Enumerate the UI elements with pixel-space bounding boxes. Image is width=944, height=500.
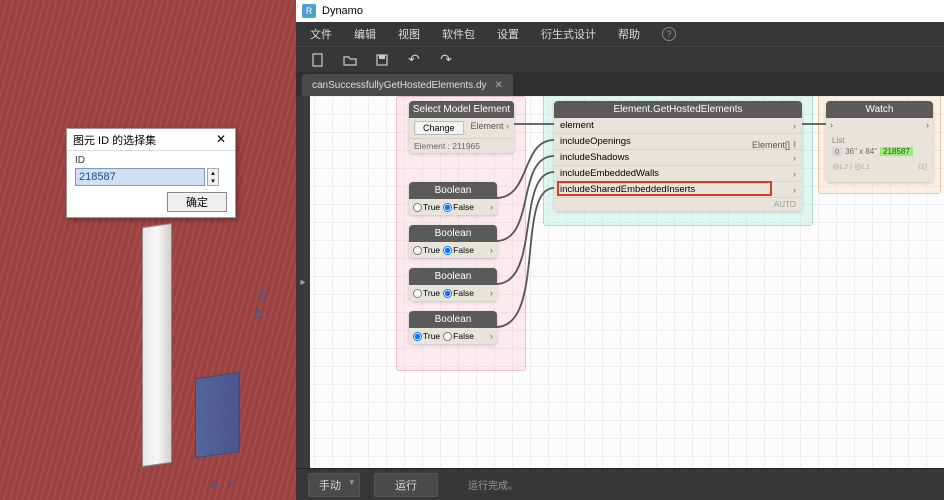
radio-true[interactable]: True bbox=[413, 245, 440, 255]
input-port-include-shared-embedded-inserts[interactable]: includeSharedEmbeddedInserts› bbox=[554, 182, 802, 198]
watch-levels: @L2 | @L1 bbox=[832, 162, 870, 171]
library-panel-collapsed[interactable]: ▸ bbox=[296, 96, 310, 468]
id-selection-dialog: 图元 ID 的选择集 ✕ ID ▴▾ 确定 bbox=[66, 128, 236, 218]
radio-true[interactable]: True bbox=[413, 288, 440, 298]
dynamo-tabstrip: canSuccessfullyGetHostedElements.dy ✕ bbox=[296, 72, 944, 96]
node-watch[interactable]: Watch ›› List 0 36" x 84" 218587 @L2 | @… bbox=[826, 101, 933, 182]
dynamo-statusbar: 手动 运行 运行完成。 bbox=[296, 468, 944, 500]
node-header: Element.GetHostedElements bbox=[554, 101, 802, 118]
chevron-right-icon: ▸ bbox=[300, 277, 305, 288]
node-header: Boolean bbox=[409, 225, 497, 242]
radio-false[interactable]: False bbox=[443, 331, 474, 341]
new-file-icon[interactable] bbox=[310, 53, 326, 67]
save-icon[interactable] bbox=[374, 53, 390, 67]
node-boolean-3[interactable]: Boolean True False › bbox=[409, 268, 497, 301]
output-port-element[interactable]: Element › bbox=[470, 121, 509, 131]
output-port-elements[interactable]: Element[] › bbox=[752, 140, 796, 150]
lacing-auto-label: AUTO bbox=[554, 198, 802, 211]
menu-view[interactable]: 视图 bbox=[398, 26, 420, 42]
node-boolean-4[interactable]: Boolean True False › bbox=[409, 311, 497, 344]
menu-edit[interactable]: 编辑 bbox=[354, 26, 376, 42]
dynamo-logo-icon: R bbox=[302, 4, 316, 18]
status-text: 运行完成。 bbox=[468, 477, 518, 492]
radio-false[interactable]: False bbox=[443, 202, 474, 212]
help-icon[interactable]: ? bbox=[662, 27, 676, 41]
change-button[interactable]: Change bbox=[414, 121, 464, 135]
tab-current[interactable]: canSuccessfullyGetHostedElements.dy ✕ bbox=[302, 74, 513, 96]
menu-packages[interactable]: 软件包 bbox=[442, 26, 475, 42]
radio-false[interactable]: False bbox=[443, 288, 474, 298]
input-port-include-embedded-walls[interactable]: includeEmbeddedWalls› bbox=[554, 166, 802, 182]
dimension-horizontal: 3' - 9" bbox=[210, 480, 235, 491]
undo-icon[interactable]: ↶ bbox=[406, 53, 422, 67]
id-field-label: ID bbox=[75, 155, 227, 166]
node-header: Boolean bbox=[409, 311, 497, 328]
ok-button[interactable]: 确定 bbox=[167, 192, 227, 212]
node-select-model-element[interactable]: Select Model Element Change Element › El… bbox=[409, 101, 514, 153]
watch-list-label: List bbox=[832, 136, 927, 145]
output-port[interactable]: › bbox=[490, 288, 493, 298]
radio-true[interactable]: True bbox=[413, 202, 440, 212]
redo-icon[interactable]: ↷ bbox=[438, 53, 454, 67]
output-port[interactable]: › bbox=[490, 331, 493, 341]
door-geometry-small[interactable] bbox=[195, 372, 240, 458]
node-get-hosted-elements[interactable]: Element.GetHostedElements Element[] › el… bbox=[554, 101, 802, 211]
dynamo-canvas[interactable]: ▸ Select Model Element Change Element › … bbox=[296, 96, 944, 468]
menu-help[interactable]: 帮助 bbox=[618, 26, 640, 42]
selected-element-value: Element : 211965 bbox=[409, 138, 514, 153]
node-header: Boolean bbox=[409, 268, 497, 285]
tab-label: canSuccessfullyGetHostedElements.dy bbox=[312, 80, 487, 91]
watch-item-index: 0 bbox=[832, 147, 842, 156]
input-port-element[interactable]: element› bbox=[554, 118, 802, 134]
watch-item-0[interactable]: 0 36" x 84" 218587 bbox=[832, 147, 927, 156]
radio-true[interactable]: True bbox=[413, 331, 440, 341]
watch-item-text: 36" x 84" bbox=[845, 147, 877, 156]
input-port-include-shadows[interactable]: includeShadows› bbox=[554, 150, 802, 166]
run-button[interactable]: 运行 bbox=[374, 473, 438, 497]
id-spinner[interactable]: ▴▾ bbox=[207, 168, 219, 186]
dynamo-menubar: 文件 编辑 视图 软件包 设置 衍生式设计 帮助 ? bbox=[296, 22, 944, 46]
node-header: Select Model Element bbox=[409, 101, 514, 118]
menu-generative[interactable]: 衍生式设计 bbox=[541, 26, 596, 42]
tab-close-icon[interactable]: ✕ bbox=[495, 80, 503, 91]
node-header: Boolean bbox=[409, 182, 497, 199]
id-input[interactable] bbox=[75, 168, 205, 186]
close-icon[interactable]: ✕ bbox=[213, 132, 229, 148]
dynamo-title: Dynamo bbox=[322, 5, 363, 17]
open-icon[interactable] bbox=[342, 53, 358, 67]
dynamo-titlebar[interactable]: R Dynamo bbox=[296, 0, 944, 22]
door-geometry-large[interactable] bbox=[142, 223, 172, 467]
revit-3d-view: 13' - 0" 3' - 9" bbox=[0, 0, 296, 500]
dynamo-toolbar: ↶ ↷ bbox=[296, 46, 944, 72]
menu-settings[interactable]: 设置 bbox=[497, 26, 519, 42]
dynamo-app: R Dynamo 文件 编辑 视图 软件包 设置 衍生式设计 帮助 ? ↶ ↷ … bbox=[296, 0, 944, 500]
watch-item-id[interactable]: 218587 bbox=[880, 147, 913, 156]
run-mode-select[interactable]: 手动 bbox=[308, 473, 360, 497]
node-header: Watch bbox=[826, 101, 933, 118]
output-port[interactable]: › bbox=[490, 202, 493, 212]
dialog-titlebar[interactable]: 图元 ID 的选择集 ✕ bbox=[67, 129, 235, 151]
menu-file[interactable]: 文件 bbox=[310, 26, 332, 42]
radio-false[interactable]: False bbox=[443, 245, 474, 255]
node-boolean-1[interactable]: Boolean True False › bbox=[409, 182, 497, 215]
watch-count: {1} bbox=[918, 162, 927, 171]
node-boolean-2[interactable]: Boolean True False › bbox=[409, 225, 497, 258]
dialog-title: 图元 ID 的选择集 bbox=[73, 132, 156, 148]
watch-ports[interactable]: ›› bbox=[826, 118, 933, 132]
output-port[interactable]: › bbox=[490, 245, 493, 255]
